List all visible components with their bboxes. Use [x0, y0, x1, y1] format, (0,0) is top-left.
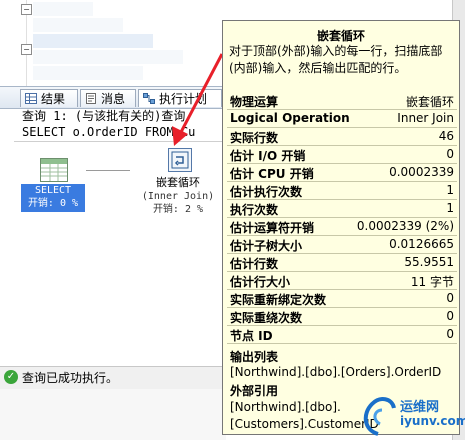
tooltip-description: 对于顶部(外部)输入的每一行，扫描底部(内部)输入，然后输出匹配的行。 [229, 44, 443, 75]
plan-node-nested-loops[interactable]: 嵌套循环 (Inner Join) 开销: 2 % [130, 148, 226, 220]
tooltip-row: 估计行大小 11 字节 [227, 272, 457, 290]
nested-loops-sublabel: (Inner Join) [141, 191, 215, 202]
tooltip-row: 实际重新绑定次数 0 [227, 290, 457, 308]
operator-tooltip: 嵌套循环 对于顶部(外部)输入的每一行，扫描底部(内部)输入，然后输出匹配的行。… [222, 20, 460, 435]
tooltip-properties: 物理运算 嵌套循环 Logical Operation Inner Join 实际行… [227, 92, 457, 344]
tooltip-title: 嵌套循环 [316, 29, 365, 43]
fold-toggle-icon[interactable]: − [21, 4, 32, 15]
property-value: 0.0002339 (2%) [356, 219, 454, 233]
watermark-logo: 运维网 iyunv.com [356, 386, 465, 440]
property-value: 0 [446, 309, 454, 323]
property-value: 0 [446, 147, 454, 161]
editor-line [33, 18, 123, 32]
watermark-cn: 运维网 [400, 400, 440, 415]
property-name: 节点 ID [230, 329, 273, 343]
results-grid-icon [25, 93, 37, 104]
property-value: 11 字节 [410, 275, 454, 289]
nested-loops-cost: 开销: 2 % [152, 204, 204, 215]
property-name: 估计运算符开销 [230, 221, 315, 235]
plan-flow-connector [86, 170, 130, 171]
property-value: 46 [438, 129, 454, 143]
property-value: 1 [446, 201, 454, 215]
messages-icon [86, 93, 96, 104]
property-name: Logical Operation [230, 111, 350, 125]
editor-line [33, 2, 93, 16]
nested-loops-icon [168, 148, 192, 172]
success-check-icon: ✓ [4, 370, 18, 384]
watermark-swirl-icon [363, 397, 396, 436]
tooltip-row: 实际行数 46 [227, 128, 457, 146]
property-value: 嵌套循环 [405, 95, 454, 109]
annotation-arrow-icon [172, 53, 224, 146]
output-list-header: 输出列表 [230, 350, 279, 364]
property-name: 实际重新绑定次数 [230, 293, 327, 307]
select-node-label: SELECT 开销: 0 % [21, 184, 85, 212]
property-name: 物理运算 [230, 95, 279, 109]
tooltip-row: 估计 CPU 开销 0.0002339 [227, 164, 457, 182]
property-value: 0.0002339 [389, 165, 454, 179]
tooltip-row: 估计 I/O 开销 0 [227, 146, 457, 164]
property-value: 0 [446, 291, 454, 305]
tooltip-row: 物理运算 嵌套循环 [227, 92, 457, 110]
tooltip-row: 节点 ID 0 [227, 326, 457, 344]
editor-line [33, 34, 153, 48]
execution-plan-icon [143, 93, 155, 104]
tooltip-row: 实际重绕次数 0 [227, 308, 457, 326]
watermark-en: iyunv.com [400, 414, 465, 428]
tab-label: 消息 [101, 92, 126, 106]
plan-node-select[interactable]: SELECT 开销: 0 % [21, 158, 85, 214]
property-value: 55.9551 [404, 255, 454, 269]
property-value: Inner Join [397, 111, 454, 125]
tooltip-row: 估计运算符开销 0.0002339 (2%) [227, 218, 457, 236]
outer-references-header: 外部引用 [230, 384, 279, 398]
status-bar: ✓ 查询已成功执行。 [0, 366, 226, 389]
property-name: 估计 CPU 开销 [230, 167, 314, 181]
property-value: 0 [446, 327, 454, 341]
property-value: 1 [446, 183, 454, 197]
property-name: 估计子树大小 [230, 239, 303, 253]
bottom-panel [0, 389, 226, 440]
property-name: 估计行数 [230, 257, 279, 271]
tooltip-row: Logical Operation Inner Join [227, 110, 457, 128]
select-node-cost: 开销: 0 % [27, 198, 79, 209]
property-name: 估计执行次数 [230, 185, 303, 199]
property-name: 估计行大小 [230, 275, 291, 289]
status-text: 查询已成功执行。 [22, 371, 119, 385]
tooltip-row: 估计执行次数 1 [227, 182, 457, 200]
select-node-name: SELECT [34, 185, 72, 196]
property-name: 实际行数 [230, 131, 279, 145]
tooltip-row: 估计行数 55.9551 [227, 254, 457, 272]
output-list-value: [Northwind].[dbo].[Orders].OrderID [230, 365, 442, 379]
property-name: 实际重绕次数 [230, 311, 303, 325]
property-name: 估计 I/O 开销 [230, 149, 306, 163]
fold-toggle-icon[interactable]: − [21, 44, 32, 55]
editor-line [33, 66, 143, 80]
property-value: 0.0126665 [389, 237, 454, 251]
property-name: 执行次数 [230, 203, 279, 217]
nested-loops-label: 嵌套循环 [156, 176, 200, 189]
tab-label: 结果 [41, 92, 66, 106]
select-operator-icon [40, 158, 68, 182]
tooltip-row: 估计子树大小 0.0126665 [227, 236, 457, 254]
tab-messages[interactable]: 消息 [80, 89, 136, 107]
tooltip-row: 执行次数 1 [227, 200, 457, 218]
tab-results[interactable]: 结果 [20, 89, 78, 107]
